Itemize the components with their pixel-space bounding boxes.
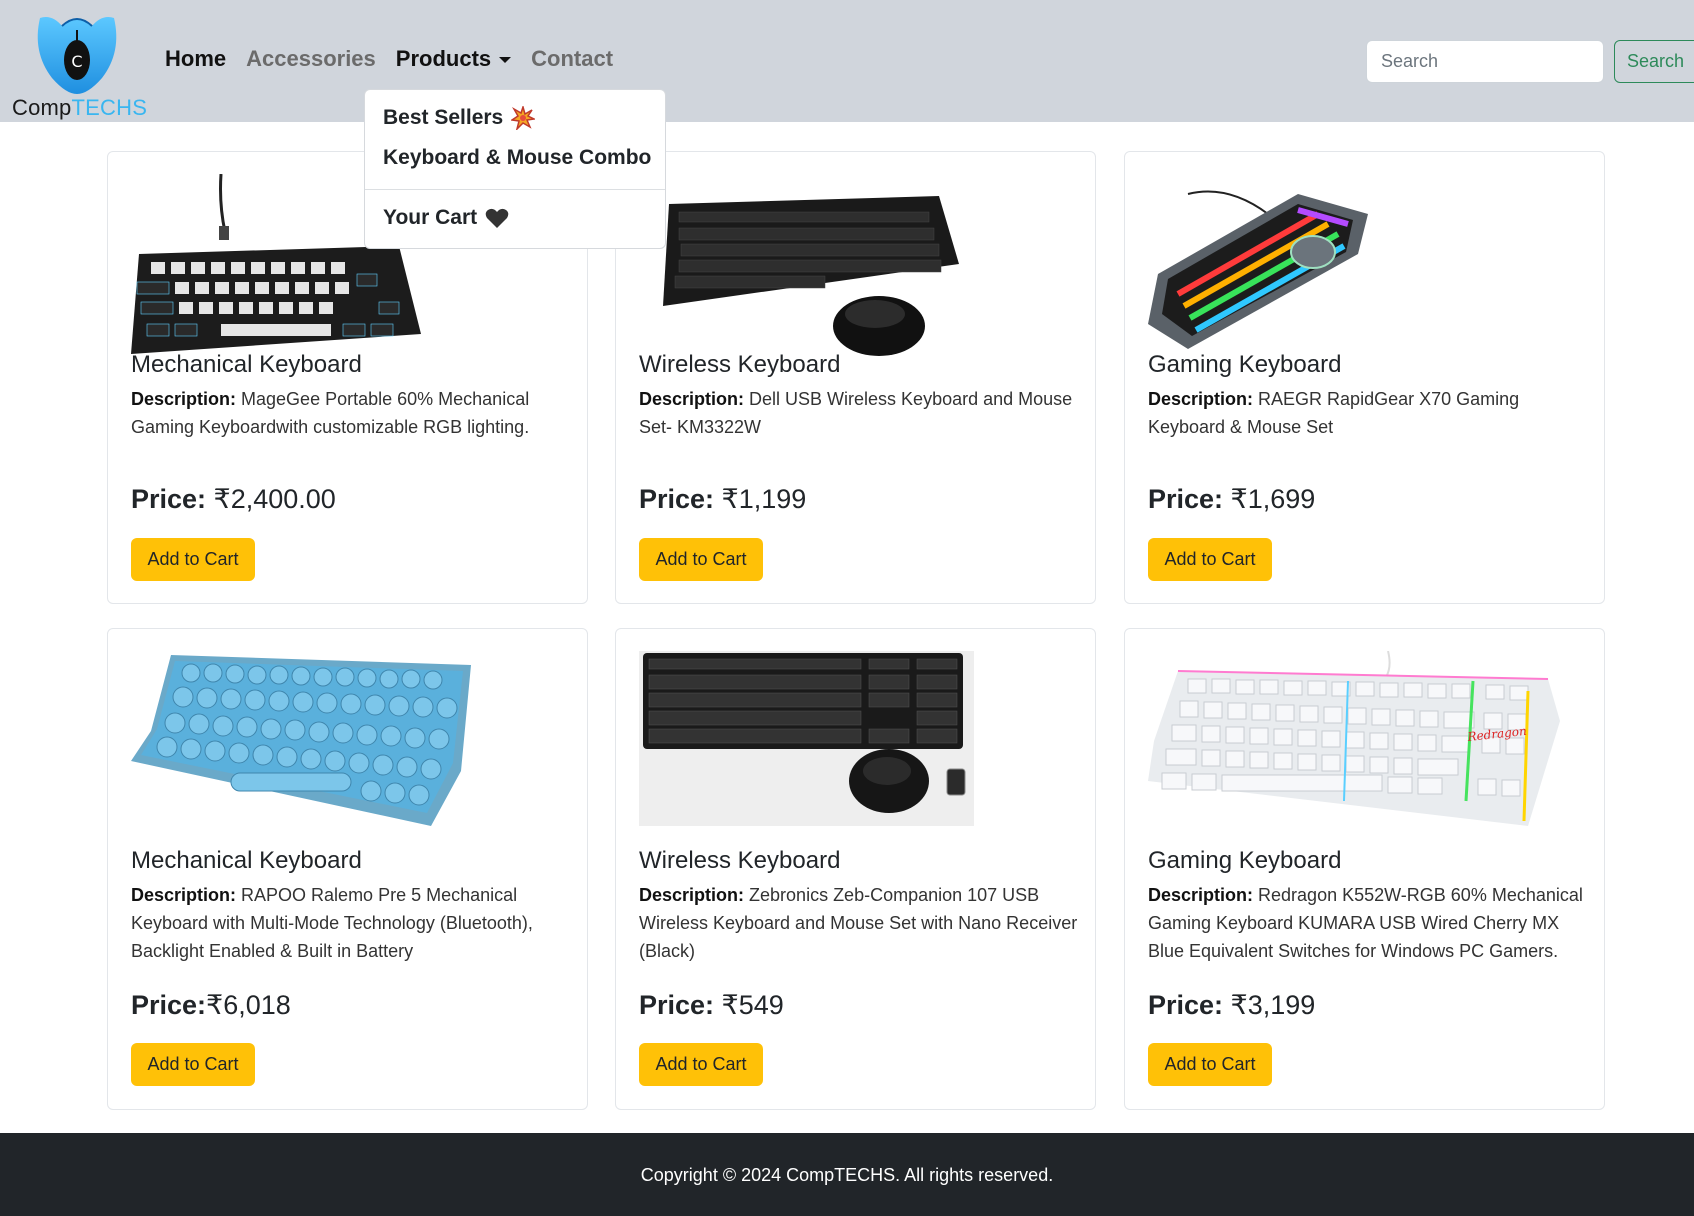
- product-image-mechanical-keyboard-2: [131, 655, 471, 826]
- add-to-cart-button[interactable]: Add to Cart: [131, 1043, 255, 1086]
- product-title: Wireless Keyboard: [639, 847, 841, 874]
- brand-logo[interactable]: C CompTECHS: [10, 12, 147, 120]
- search-input[interactable]: [1366, 40, 1604, 83]
- product-description: Description: RAPOO Ralemo Pre 5 Mechanic…: [131, 885, 533, 961]
- search-button[interactable]: Search: [1614, 40, 1694, 83]
- product-image-wireless-keyboard-2: [639, 651, 974, 826]
- product-price: Price:₹6,018: [131, 990, 291, 1020]
- cart-label: Your Cart: [383, 206, 478, 229]
- brand-name: CompTECHS: [12, 95, 148, 120]
- dropdown-item-combo[interactable]: Keyboard & Mouse Combo: [383, 146, 651, 170]
- product-price: Price: ₹1,199: [639, 484, 807, 514]
- add-to-cart-button[interactable]: Add to Cart: [639, 1043, 763, 1086]
- caret-down-icon: [499, 57, 512, 64]
- product-description: Description: Redragon K552W-RGB 60% Mech…: [1148, 885, 1583, 961]
- nav-accessories[interactable]: Accessories: [246, 46, 376, 72]
- black-heart-icon: [485, 208, 509, 228]
- collision-icon: [511, 106, 536, 130]
- product-title: Gaming Keyboard: [1148, 847, 1342, 874]
- product-title: Mechanical Keyboard: [131, 847, 362, 874]
- product-card: Gaming Keyboard Description: RAEGR Rapid…: [1124, 151, 1605, 604]
- add-to-cart-button[interactable]: Add to Cart: [1148, 538, 1272, 581]
- svg-text:C: C: [71, 52, 82, 71]
- product-title: Mechanical Keyboard: [131, 351, 362, 378]
- footer: Copyright © 2024 CompTECHS. All rights r…: [0, 1133, 1694, 1216]
- product-card: Wireless Keyboard Description: Dell USB …: [615, 151, 1096, 604]
- product-card: Mechanical Keyboard Description: RAPOO R…: [107, 628, 588, 1110]
- product-price: Price: ₹1,699: [1148, 484, 1316, 514]
- product-title: Wireless Keyboard: [639, 351, 841, 378]
- footer-copyright: Copyright © 2024 CompTECHS. All rights r…: [640, 1165, 1054, 1185]
- product-card: Wireless Keyboard Description: Zebronics…: [615, 628, 1096, 1110]
- product-description: Description: Dell USB Wireless Keyboard …: [639, 389, 1073, 437]
- product-description: Description: MageGee Portable 60% Mechan…: [131, 389, 530, 437]
- nav-products-label: Products: [395, 46, 492, 71]
- product-card: Redragon Gaming Keyboard Description: Re…: [1124, 628, 1605, 1110]
- product-price: Price: ₹549: [639, 990, 784, 1020]
- nav-links: Home Accessories Products Contact: [165, 46, 613, 72]
- product-price: Price: ₹2,400.00: [131, 484, 336, 514]
- navbar: C CompTECHS Home Accessories Products Co…: [0, 0, 1694, 122]
- product-image-gaming-keyboard-2: Redragon: [1148, 651, 1560, 826]
- product-description: Description: RAEGR RapidGear X70 Gaming …: [1148, 389, 1520, 437]
- product-image-wireless-keyboard-1: [663, 196, 959, 356]
- dropdown-item-best-sellers[interactable]: Best Sellers: [383, 106, 536, 130]
- add-to-cart-button[interactable]: Add to Cart: [1148, 1043, 1272, 1086]
- dropdown-item-cart[interactable]: Your Cart: [383, 206, 509, 230]
- nav-contact[interactable]: Contact: [531, 46, 613, 72]
- product-image-gaming-keyboard-1: [1148, 190, 1368, 349]
- logo-icon: C: [37, 17, 117, 94]
- product-title: Gaming Keyboard: [1148, 351, 1342, 378]
- add-to-cart-button[interactable]: Add to Cart: [639, 538, 763, 581]
- product-price: Price: ₹3,199: [1148, 990, 1316, 1020]
- dropdown-divider: [365, 189, 665, 190]
- best-sellers-label: Best Sellers: [383, 106, 504, 129]
- add-to-cart-button[interactable]: Add to Cart: [131, 538, 255, 581]
- nav-home[interactable]: Home: [165, 46, 226, 72]
- product-description: Description: Zebronics Zeb-Companion 107…: [639, 885, 1078, 961]
- products-dropdown-menu: Best Sellers Keyboard & Mouse Combo Your…: [364, 89, 666, 249]
- nav-products-dropdown[interactable]: Products: [395, 46, 512, 72]
